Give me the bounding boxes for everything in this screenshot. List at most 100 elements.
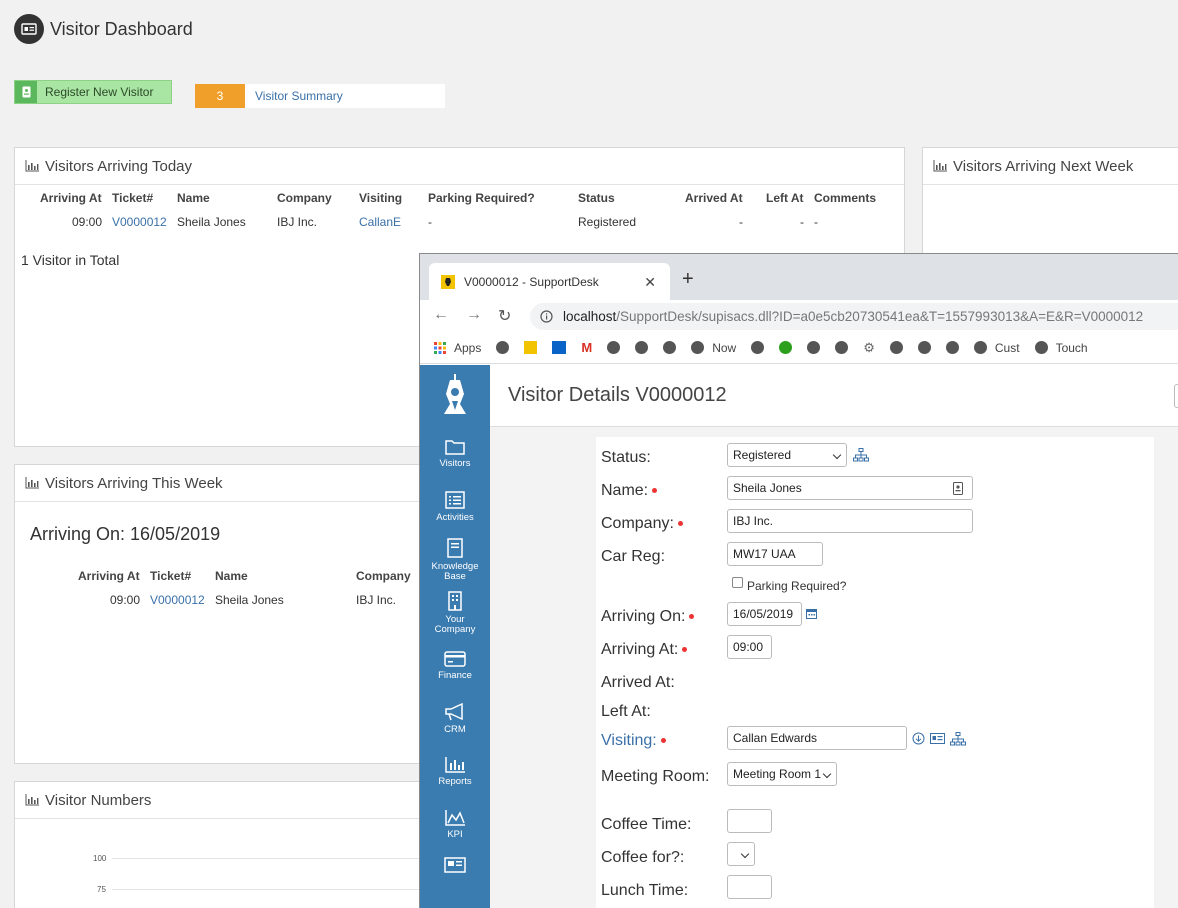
bookmark[interactable] (552, 341, 567, 354)
bar-chart-icon (933, 160, 947, 172)
contact-card-icon[interactable] (930, 733, 945, 744)
bookmark[interactable] (889, 341, 903, 354)
tab-title: V0000012 - SupportDesk (464, 274, 599, 289)
visiting-link[interactable]: CallanE (359, 215, 401, 229)
coffee-for-select[interactable] (727, 842, 755, 866)
reload-icon[interactable]: ↻ (498, 306, 511, 326)
summary-link[interactable]: Visitor Summary (255, 89, 343, 103)
arriving-on-input[interactable]: 16/05/2019 (727, 602, 802, 626)
bookmark-touch[interactable]: Touch (1034, 341, 1088, 355)
bookmark-now[interactable]: Now (691, 341, 736, 355)
register-label: Register New Visitor (45, 85, 154, 99)
gear-icon: ⚙ (863, 339, 875, 355)
url-input[interactable]: localhost/SupportDesk/supisacs.dll?ID=a0… (530, 303, 1178, 330)
close-tab-icon[interactable]: ✕ (644, 274, 656, 291)
bookmark-apps[interactable]: Apps (434, 341, 481, 355)
bar-chart-icon (25, 794, 39, 806)
new-tab-icon[interactable]: + (682, 268, 694, 291)
panel-title: Visitors Arriving Today (45, 157, 193, 175)
cell-comments: - (814, 215, 818, 229)
arriving-at-label: Arriving At: (601, 641, 688, 659)
bookmark[interactable] (917, 341, 931, 354)
url-host: localhost (563, 309, 617, 324)
dashboard-header: Visitor Dashboard (14, 14, 193, 44)
col-comments: Comments (814, 191, 877, 205)
required-indicator (677, 521, 683, 527)
panel-header: Visitors Arriving This Week (15, 465, 433, 502)
bookmark-cust[interactable]: Cust (973, 341, 1020, 355)
sidebar: Visitors Activities Knowledge Base Your … (420, 365, 490, 908)
ticket-link[interactable]: V0000012 (112, 215, 167, 229)
forward-icon[interactable]: → (466, 306, 482, 324)
company-label: Company: (601, 515, 683, 533)
register-new-visitor-button[interactable]: Register New Visitor (14, 80, 172, 104)
sidebar-item-activities[interactable]: Activities (420, 480, 490, 533)
browser-tab[interactable]: V0000012 - SupportDesk ✕ (429, 263, 670, 300)
back-icon[interactable]: ← (433, 306, 449, 324)
hierarchy-icon[interactable] (853, 448, 869, 462)
supportdesk-app: Visitors Activities Knowledge Base Your … (420, 365, 1178, 908)
visiting-value: Callan Edwards (733, 731, 818, 745)
sidebar-item-news[interactable] (420, 851, 490, 881)
bookmark[interactable] (751, 341, 765, 354)
col-status: Status (578, 191, 615, 205)
folder-icon (445, 439, 465, 455)
sidebar-item-kpi[interactable]: KPI (420, 798, 490, 851)
required-indicator (660, 738, 666, 744)
arrow-down-circle-icon[interactable] (912, 732, 925, 745)
arriving-at-input[interactable]: 09:00 (727, 635, 772, 659)
bookmark[interactable] (607, 341, 621, 354)
bookmark[interactable] (945, 341, 959, 354)
building-icon (448, 590, 462, 611)
hierarchy-icon[interactable] (950, 732, 966, 746)
bookmark[interactable] (807, 341, 821, 354)
header-button-edge[interactable] (1174, 384, 1178, 408)
sidebar-item-label: Your Company (434, 613, 476, 635)
status-select[interactable]: Registered (727, 443, 847, 467)
car-reg-input[interactable]: MW17 UAA (727, 542, 823, 566)
id-badge-icon[interactable] (953, 482, 963, 495)
lunch-time-input[interactable] (727, 875, 772, 899)
bookmark[interactable] (496, 341, 510, 354)
bookmark[interactable]: ⚙ (863, 340, 875, 356)
sidebar-item-label: Finance (438, 669, 472, 681)
arriving-on-label: Arriving On: (601, 608, 695, 626)
visitor-summary[interactable]: 3 Visitor Summary (195, 84, 445, 108)
bookmark[interactable] (779, 341, 793, 354)
col-left-at: Left At (766, 191, 804, 205)
sidebar-item-your-company[interactable]: Your Company (420, 586, 490, 639)
sidebar-item-crm[interactable]: CRM (420, 692, 490, 745)
supportdesk-logo[interactable] (420, 365, 490, 427)
status-label: Status: (601, 449, 651, 466)
bookmark-label: Now (712, 340, 737, 355)
bookmark[interactable] (524, 341, 538, 354)
ticket-link[interactable]: V0000012 (150, 593, 205, 607)
sidebar-item-finance[interactable]: Finance (420, 639, 490, 692)
panel-header: Visitors Arriving Next Week (923, 148, 1178, 185)
visiting-label[interactable]: Visiting: (601, 732, 666, 750)
sidebar-item-visitors[interactable]: Visitors (420, 427, 490, 480)
bookmark[interactable] (835, 341, 849, 354)
visitor-total: 1 Visitor in Total (21, 252, 120, 268)
bookmark[interactable] (635, 341, 649, 354)
required-indicator (652, 488, 658, 494)
company-input[interactable]: IBJ Inc. (727, 509, 973, 533)
sidebar-item-reports[interactable]: Reports (420, 745, 490, 798)
panel-arriving-this-week: Visitors Arriving This Week Arriving On:… (14, 464, 434, 764)
bookmark[interactable]: M (581, 340, 592, 355)
name-input[interactable]: Sheila Jones (727, 476, 973, 500)
parking-checkbox[interactable] (732, 577, 743, 588)
coffee-time-input[interactable] (727, 809, 772, 833)
col-ticket: Ticket# (150, 569, 192, 583)
meeting-room-select[interactable]: Meeting Room 1 (727, 762, 837, 786)
visiting-input[interactable]: Callan Edwards (727, 726, 907, 750)
cell-parking: - (428, 215, 432, 229)
cell-left-at: - (800, 215, 804, 229)
sidebar-item-knowledge-base[interactable]: Knowledge Base (420, 533, 490, 586)
visitor-card-icon (14, 14, 44, 44)
panel-title: Visitor Numbers (45, 791, 152, 809)
bar-chart-icon (25, 477, 39, 489)
bookmark[interactable] (663, 341, 677, 354)
panel-header: Visitor Numbers (15, 782, 433, 819)
calendar-icon[interactable] (806, 608, 817, 619)
